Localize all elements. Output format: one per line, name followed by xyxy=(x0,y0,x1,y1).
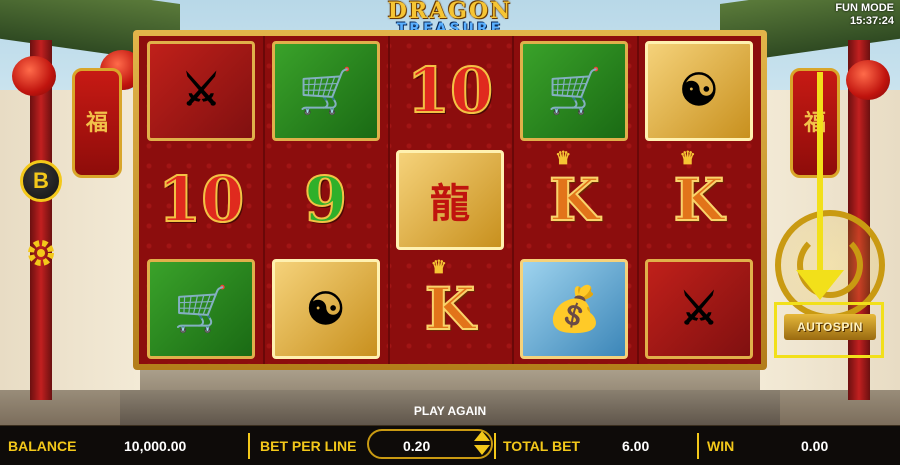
symbol-weapons-rack: ⚔ xyxy=(147,40,256,141)
mode-indicator: FUN MODE 15:37:24 xyxy=(835,2,894,28)
bonus-button[interactable]: B xyxy=(20,160,62,202)
symbol-k: ♛ K xyxy=(548,147,600,235)
reel-cell: ♛ K xyxy=(637,145,761,254)
hint-arrow-line xyxy=(817,72,823,282)
weapons-rack-icon: ⚔ xyxy=(679,283,719,335)
reel-cell: ♛ K xyxy=(388,255,512,364)
reel-cell: ⚔ xyxy=(139,36,263,145)
symbol-warrior: ☯ xyxy=(644,40,753,141)
symbol-chariot: 🛒 xyxy=(147,259,256,360)
total-bet-label: TOTAL BET xyxy=(503,437,580,454)
fortune-banner-left: 福 xyxy=(72,68,122,178)
bet-increase-icon[interactable] xyxy=(474,431,490,441)
symbol-treasure-chest: 💰 xyxy=(520,259,629,360)
dragon-flag-icon: 龍 xyxy=(429,179,470,227)
divider xyxy=(248,432,250,459)
clock: 15:37:24 xyxy=(849,15,894,27)
reel-cell: ⚔ xyxy=(637,255,761,364)
reel-cell: 龍 xyxy=(388,145,512,254)
fortune-banner-right: 福 xyxy=(790,68,840,178)
win-value: 0.00 xyxy=(801,437,829,454)
balance-value: 10,000.00 xyxy=(124,437,187,454)
lantern-icon xyxy=(846,60,890,100)
reel-divider xyxy=(636,36,639,364)
crown-icon: ♛ xyxy=(679,147,696,169)
divider xyxy=(697,432,699,459)
treasure-chest-icon: 💰 xyxy=(546,284,602,336)
win-label: WIN xyxy=(707,437,735,454)
bonus-button-label: B xyxy=(33,168,49,193)
symbol-k: ♛ K xyxy=(673,147,725,235)
symbol-warrior: ☯ xyxy=(271,259,380,360)
weapons-rack-icon: ⚔ xyxy=(181,65,221,117)
crown-icon: ♛ xyxy=(430,257,447,279)
total-bet-value: 6.00 xyxy=(622,437,650,454)
settings-button[interactable] xyxy=(20,232,62,274)
reel-cell: 10 xyxy=(388,36,512,145)
symbol-9: 9 xyxy=(303,162,348,237)
symbol-10: 10 xyxy=(157,162,245,237)
reel-cell: ☯ xyxy=(637,36,761,145)
chariot-icon: 🛒 xyxy=(173,284,229,336)
symbol-10: 10 xyxy=(406,53,494,128)
reel-divider xyxy=(263,36,266,364)
reel-cell: ☯ xyxy=(263,255,387,364)
reel-divider xyxy=(387,36,390,364)
reel-cell: 🛒 xyxy=(263,36,387,145)
chariot-icon: 🛒 xyxy=(298,65,353,117)
reel-frame: ⚔ 🛒 10 🛒 ☯ 10 9 龍 ♛ K ♛ K 🛒 ☯ ♛ K 💰 ⚔ xyxy=(133,30,767,370)
bet-decrease-icon[interactable] xyxy=(474,445,490,455)
reel-divider xyxy=(512,36,515,364)
symbol-chariot: 🛒 xyxy=(271,40,380,141)
play-again-status: PLAY AGAIN xyxy=(413,404,487,418)
hint-arrow-down-icon xyxy=(796,270,844,300)
reel-cell: 10 xyxy=(139,145,263,254)
balance-label: BALANCE xyxy=(8,437,77,454)
symbol-k: ♛ K xyxy=(424,257,476,344)
reel-cell: ♛ K xyxy=(512,145,636,254)
logo-line-1: DRAGON xyxy=(387,0,513,24)
reel-cell: 🛒 xyxy=(512,36,636,145)
warrior-icon: ☯ xyxy=(679,65,719,117)
symbol-chariot: 🛒 xyxy=(520,40,629,141)
symbol-weapons-rack: ⚔ xyxy=(644,259,753,360)
reel-grid: ⚔ 🛒 10 🛒 ☯ 10 9 龍 ♛ K ♛ K 🛒 ☯ ♛ K 💰 ⚔ xyxy=(139,36,761,364)
lantern-icon xyxy=(12,56,56,96)
reel-cell: 🛒 xyxy=(139,255,263,364)
chariot-icon: 🛒 xyxy=(546,65,602,117)
symbol-dragon-flag: 龍 xyxy=(395,149,504,250)
reel-cell: 💰 xyxy=(512,255,636,364)
autospin-button[interactable]: AUTOSPIN xyxy=(784,314,876,340)
gear-icon xyxy=(28,240,54,266)
warrior-icon: ☯ xyxy=(305,283,346,335)
crown-icon: ♛ xyxy=(555,147,572,169)
mode-label: FUN MODE xyxy=(835,2,894,14)
divider xyxy=(494,432,496,459)
bet-per-line-label: BET PER LINE xyxy=(260,437,357,454)
reel-cell: 9 xyxy=(263,145,387,254)
